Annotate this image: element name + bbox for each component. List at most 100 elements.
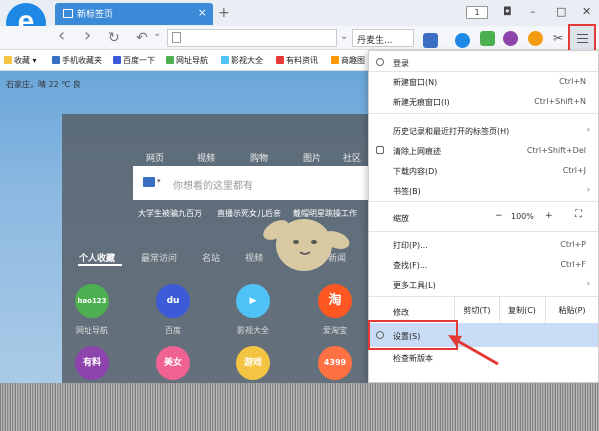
- app-baidu-icon[interactable]: du: [156, 284, 190, 318]
- red-arrow-annotation: [448, 335, 499, 366]
- category-underline: [78, 264, 122, 266]
- cut-button[interactable]: 剪切(T): [454, 297, 499, 324]
- tab-page-icon: [63, 9, 73, 18]
- fullscreen-icon[interactable]: ⛶: [575, 209, 582, 220]
- search-engine-icon[interactable]: [143, 177, 155, 187]
- category-tab-frequent[interactable]: 最常访问: [141, 251, 177, 264]
- bookmark-item[interactable]: 影视大全: [221, 55, 263, 66]
- hot-search-link[interactable]: 大学生被骗九百万: [138, 208, 202, 219]
- bookmark-item[interactable]: 网址导航: [166, 55, 208, 66]
- search-tab-shopping[interactable]: 购物: [250, 151, 268, 164]
- baidu-icon: [113, 56, 121, 64]
- menu-item-check-update[interactable]: 检查新版本: [393, 353, 433, 364]
- mascot-illustration: [263, 219, 350, 271]
- star-icon: [4, 56, 12, 64]
- menu-item-new-window[interactable]: 新建窗口(N): [393, 77, 437, 88]
- extension-icon[interactable]: [455, 33, 470, 48]
- app-label: 网址导航: [76, 326, 108, 335]
- bookmark-label: 影视大全: [231, 56, 263, 65]
- tab-count-badge[interactable]: 1: [466, 6, 488, 19]
- menu-item-print[interactable]: 打印(P)...: [393, 240, 428, 251]
- app-taobao-icon[interactable]: 淘: [318, 284, 352, 318]
- bookmark-item[interactable]: 百度一下: [113, 55, 155, 66]
- menu-item-more-tools[interactable]: 更多工具(L): [393, 280, 436, 291]
- undo-dropdown-icon[interactable]: ⌄: [153, 28, 161, 39]
- menu-divider: [369, 113, 598, 114]
- zoom-in-button[interactable]: +: [545, 211, 553, 221]
- category-tab-favorites[interactable]: 个人收藏: [79, 251, 115, 264]
- app-youliao-icon[interactable]: 有料: [75, 346, 109, 380]
- bookmark-label: 商趣图: [341, 56, 365, 65]
- search-tab-video[interactable]: 视频: [197, 151, 215, 164]
- restore-icon[interactable]: ◘: [503, 5, 512, 18]
- shortcut-label: Ctrl+Shift+Del: [526, 146, 586, 155]
- bookmark-item[interactable]: 手机收藏夹: [52, 55, 102, 66]
- menu-item-new-incognito[interactable]: 新建无痕窗口(I): [393, 97, 450, 108]
- bookmark-label: 手机收藏夹: [62, 56, 102, 65]
- refresh-button[interactable]: ↻: [108, 30, 120, 46]
- apps-icon[interactable]: [423, 33, 438, 48]
- tab-title: 新标签页: [77, 10, 114, 20]
- bookmark-label: 网址导航: [176, 56, 208, 65]
- shop-icon: [331, 56, 339, 64]
- submenu-arrow-icon: ›: [586, 125, 590, 134]
- menu-item-find[interactable]: 查找(F)...: [393, 260, 427, 271]
- copy-button[interactable]: 复制(C): [499, 297, 544, 324]
- weather-widget[interactable]: 石家庄，晴 22 ℃ 良: [6, 79, 81, 90]
- app-video-icon[interactable]: ▶: [236, 284, 270, 318]
- video-icon: [221, 56, 229, 64]
- menu-divider: [369, 231, 598, 232]
- zoom-level: 100%: [511, 212, 534, 221]
- submenu-arrow-icon: ›: [586, 279, 590, 288]
- shortcut-label: Ctrl+P: [560, 240, 586, 249]
- stats-icon[interactable]: [480, 31, 495, 46]
- gift-icon[interactable]: [528, 31, 543, 46]
- zoom-out-button[interactable]: −: [495, 211, 503, 221]
- address-bar[interactable]: [167, 29, 337, 47]
- submenu-arrow-icon: ›: [586, 185, 590, 194]
- app-beauty-icon[interactable]: 美女: [156, 346, 190, 380]
- app-game-icon[interactable]: 游戏: [236, 346, 270, 380]
- shortcut-label: Ctrl+F: [560, 260, 586, 269]
- search-tab-community[interactable]: 社区: [343, 151, 361, 164]
- menu-item-clear-history[interactable]: 清除上网痕迹: [393, 146, 441, 157]
- back-button[interactable]: ‹: [58, 25, 65, 46]
- address-dropdown-icon[interactable]: ⌄: [340, 31, 348, 42]
- app-hao123-icon[interactable]: hao123: [75, 284, 109, 318]
- favorites-button[interactable]: 收藏 ▾: [4, 55, 37, 66]
- scissors-icon[interactable]: ✂: [553, 31, 563, 45]
- search-tab-web[interactable]: 网页: [146, 151, 164, 164]
- maximize-button[interactable]: □: [556, 5, 566, 18]
- menu-item-downloads[interactable]: 下载内容(D): [393, 166, 437, 177]
- minimize-button[interactable]: –: [530, 5, 536, 18]
- page-search-box[interactable]: ▾ 你想看的这里都有: [133, 166, 373, 200]
- menu-icon: [577, 34, 588, 43]
- paste-button[interactable]: 粘贴(P): [545, 297, 598, 324]
- menu-item-bookmarks[interactable]: 书签(B): [393, 186, 421, 197]
- search-input[interactable]: 丹麦生...: [352, 29, 414, 47]
- search-placeholder: 你想看的这里都有: [173, 181, 253, 192]
- engine-dropdown-icon[interactable]: ▾: [157, 177, 161, 185]
- forward-button[interactable]: ›: [84, 25, 91, 46]
- undo-close-button[interactable]: ↶: [136, 30, 148, 46]
- user-icon: [376, 58, 384, 66]
- tab-new-tab[interactable]: 新标签页 ×: [55, 3, 213, 25]
- bookmark-item[interactable]: 有料资讯: [276, 55, 318, 66]
- favorites-label: 收藏: [14, 56, 30, 65]
- close-window-button[interactable]: ✕: [582, 5, 591, 18]
- menu-label-zoom: 缩放: [393, 214, 409, 223]
- menu-item-login[interactable]: 登录: [393, 58, 409, 69]
- game-icon[interactable]: [503, 31, 518, 46]
- search-tab-images[interactable]: 图片: [303, 151, 321, 164]
- menu-divider: [369, 201, 598, 202]
- menu-item-history[interactable]: 历史记录和最近打开的标签页(H): [393, 126, 509, 137]
- app-label: 爱淘宝: [323, 326, 347, 335]
- category-tab-sites[interactable]: 名站: [202, 251, 220, 264]
- bookmark-item[interactable]: 商趣图: [331, 55, 365, 66]
- app-label: 百度: [165, 326, 181, 335]
- new-tab-button[interactable]: +: [218, 5, 230, 21]
- trash-icon: [376, 146, 384, 154]
- news-icon: [276, 56, 284, 64]
- tab-close-icon[interactable]: ×: [198, 6, 207, 19]
- app-4399-icon[interactable]: 4399: [318, 346, 352, 380]
